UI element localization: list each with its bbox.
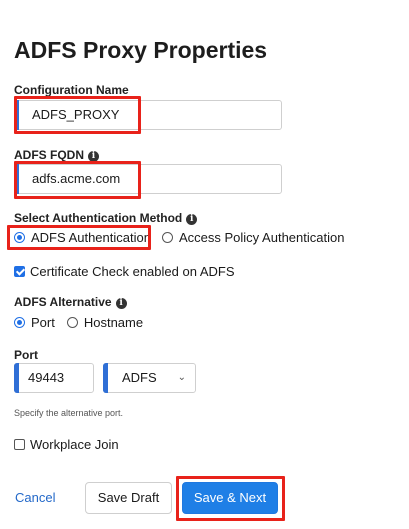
page-title: ADFS Proxy Properties [14,37,268,63]
port-hint: Specify the alternative port. [14,408,124,418]
auth-method-label-text: Select Authentication Method [14,211,183,225]
cert-check-label[interactable]: Certificate Check enabled on ADFS [30,264,235,279]
radio-access-policy-authentication[interactable] [161,232,173,243]
auth-method-options: ADFS Authentication Access Policy Authen… [14,230,344,245]
radio-adfs-authentication-label[interactable]: ADFS Authentication [31,230,151,245]
port-type-select[interactable]: ADFS ⌄ [103,363,196,393]
radio-port-label[interactable]: Port [31,315,55,330]
radio-hostname[interactable] [66,317,78,328]
fqdn-label-text: ADFS FQDN [14,148,84,162]
alternative-options: Port Hostname [14,315,143,330]
info-icon[interactable]: i [186,214,198,225]
radio-adfs-authentication[interactable] [14,232,25,243]
save-next-button[interactable]: Save & Next [182,482,278,514]
radio-access-policy-label[interactable]: Access Policy Authentication [179,230,344,245]
config-name-label: Configuration Name [14,83,129,97]
cert-check-row: Certificate Check enabled on ADFS [14,264,235,279]
info-icon[interactable]: i [115,298,127,309]
radio-hostname-label[interactable]: Hostname [84,315,143,330]
workplace-join-row: Workplace Join [14,437,119,452]
cert-check-checkbox[interactable] [14,266,25,277]
radio-port[interactable] [14,317,25,328]
alternative-label: ADFS Alternative i [14,295,127,309]
workplace-join-checkbox[interactable] [14,439,25,450]
port-label: Port [14,348,38,362]
fqdn-label: ADFS FQDN i [14,148,99,162]
port-input[interactable]: 49443 [14,363,94,393]
config-name-input[interactable]: ADFS_PROXY [14,100,282,130]
auth-method-label: Select Authentication Method i [14,211,198,225]
info-icon[interactable]: i [88,151,99,162]
alternative-label-text: ADFS Alternative [14,295,112,309]
fqdn-input[interactable]: adfs.acme.com [14,164,282,194]
cancel-link[interactable]: Cancel [15,490,55,505]
port-type-value: ADFS [122,370,157,385]
chevron-down-icon: ⌄ [177,372,186,383]
workplace-join-label[interactable]: Workplace Join [30,437,119,452]
save-draft-button[interactable]: Save Draft [85,482,172,514]
